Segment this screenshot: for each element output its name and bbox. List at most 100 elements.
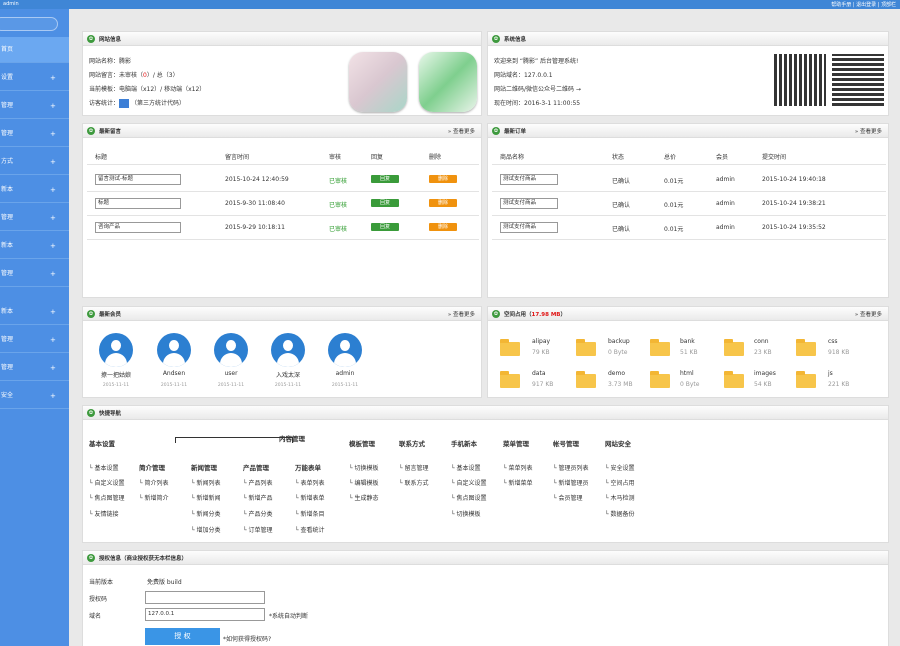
sidebar-item-manage-6[interactable]: 管理 + xyxy=(0,355,69,381)
quicklink[interactable]: └ 新增产品 xyxy=(243,493,273,502)
sidebar-item-manage-2[interactable]: 管理 + xyxy=(0,121,69,147)
folder-name[interactable]: html xyxy=(680,370,694,377)
view-more-link[interactable]: » 查看更多 xyxy=(855,310,882,318)
quicklink[interactable]: └ 新增条目 xyxy=(295,509,325,518)
folder-icon[interactable] xyxy=(796,371,816,388)
member-name[interactable]: user xyxy=(212,370,250,377)
folder-icon[interactable] xyxy=(724,339,744,356)
folder-icon[interactable] xyxy=(576,371,596,388)
sidebar-item-settings[interactable]: 设置 + xyxy=(0,65,69,91)
folder-name[interactable]: data xyxy=(532,370,546,377)
sidebar-item-manage-1[interactable]: 管理 + xyxy=(0,93,69,119)
folder-name[interactable]: backup xyxy=(608,338,630,345)
reply-button[interactable]: 回复 xyxy=(371,199,399,207)
sidebar-item-manage-5[interactable]: 管理 + xyxy=(0,327,69,353)
quicklink[interactable]: └ 安全设置 xyxy=(605,463,635,472)
pc-template-thumbnail[interactable] xyxy=(349,52,407,112)
sidebar-item-security[interactable]: 安全 + xyxy=(0,383,69,409)
quicklink[interactable]: └ 简介列表 xyxy=(139,478,169,487)
message-title-field[interactable]: 标题 xyxy=(95,198,181,209)
folder-name[interactable]: alipay xyxy=(532,338,550,345)
quicklink[interactable]: └ 新增简介 xyxy=(139,493,169,502)
quicklink[interactable]: └ 会员管理 xyxy=(553,493,583,502)
delete-button[interactable]: 删除 xyxy=(429,199,457,207)
reply-button[interactable]: 回复 xyxy=(371,175,399,183)
quicklink[interactable]: └ 新增新闻 xyxy=(191,493,221,502)
current-user[interactable]: admin xyxy=(3,1,19,7)
view-more-link[interactable]: » 查看更多 xyxy=(448,310,475,318)
view-more-link[interactable]: » 查看更多 xyxy=(448,127,475,135)
quicklink[interactable]: └ 新增表单 xyxy=(295,493,325,502)
sidebar-item-version-1[interactable]: 新本 + xyxy=(0,177,69,203)
domain-input[interactable]: 127.0.0.1 xyxy=(145,608,265,621)
quicklink[interactable]: └ 查看统计 xyxy=(295,525,325,534)
authorize-button[interactable]: 授 权 xyxy=(145,628,220,645)
sidebar-item-version-3[interactable]: 新本 + xyxy=(0,299,69,325)
member-name[interactable]: admin xyxy=(326,370,364,377)
folder-icon[interactable] xyxy=(724,371,744,388)
quicklink[interactable]: └ 焦点图管理 xyxy=(89,493,125,502)
quicklink[interactable]: └ 新闻分类 xyxy=(191,509,221,518)
member-avatar[interactable] xyxy=(214,333,248,367)
member-name[interactable]: 入戏太深 xyxy=(269,370,307,379)
folder-name[interactable]: conn xyxy=(754,338,769,345)
top-links[interactable]: 帮助手册 | 退出登录 | 顶部栏 xyxy=(831,1,896,8)
folder-name[interactable]: bank xyxy=(680,338,695,345)
order-product-field[interactable]: 测试支付商品 xyxy=(500,174,558,185)
quicklink[interactable]: └ 新增菜单 xyxy=(503,478,533,487)
quicklink[interactable]: └ 切换模板 xyxy=(349,463,379,472)
view-more-link[interactable]: » 查看更多 xyxy=(855,127,882,135)
quicklink[interactable]: └ 订单管理 xyxy=(243,525,273,534)
folder-icon[interactable] xyxy=(650,371,670,388)
reply-button[interactable]: 回复 xyxy=(371,223,399,231)
quicklink[interactable]: └ 基本设置 xyxy=(451,463,481,472)
folder-icon[interactable] xyxy=(650,339,670,356)
quicklink[interactable]: └ 菜单列表 xyxy=(503,463,533,472)
member-avatar[interactable] xyxy=(157,333,191,367)
message-title-field[interactable]: 留言测试-标题 xyxy=(95,174,181,185)
folder-icon[interactable] xyxy=(500,339,520,356)
quicklink[interactable]: └ 友情链接 xyxy=(89,509,119,518)
quicklink[interactable]: └ 空间占用 xyxy=(605,478,635,487)
folder-name[interactable]: images xyxy=(754,370,776,377)
quicklink[interactable]: └ 管理员列表 xyxy=(553,463,589,472)
quicklink[interactable]: └ 自定义设置 xyxy=(89,478,125,487)
member-avatar[interactable] xyxy=(328,333,362,367)
quicklink[interactable]: └ 增加分类 xyxy=(191,525,221,534)
license-help-link[interactable]: *如何获得授权码? xyxy=(223,634,271,643)
sidebar-item-manage-4[interactable]: 管理 + xyxy=(0,261,69,287)
folder-name[interactable]: js xyxy=(828,370,833,377)
folder-name[interactable]: demo xyxy=(608,370,625,377)
delete-button[interactable]: 删除 xyxy=(429,223,457,231)
sidebar-item-version-2[interactable]: 新本 + xyxy=(0,233,69,259)
folder-icon[interactable] xyxy=(500,371,520,388)
quicklink[interactable]: └ 基本设置 xyxy=(89,463,119,472)
mobile-template-thumbnail[interactable] xyxy=(419,52,477,112)
quicklink[interactable]: └ 产品列表 xyxy=(243,478,273,487)
quicklink[interactable]: └ 新增管理员 xyxy=(553,478,589,487)
member-avatar[interactable] xyxy=(99,333,133,367)
quicklink[interactable]: └ 联系方式 xyxy=(399,478,429,487)
quicklink[interactable]: └ 留言管理 xyxy=(399,463,429,472)
quicklink[interactable]: └ 木马检测 xyxy=(605,493,635,502)
delete-button[interactable]: 删除 xyxy=(429,175,457,183)
folder-icon[interactable] xyxy=(796,339,816,356)
folder-name[interactable]: css xyxy=(828,338,838,345)
member-name[interactable]: 撩一把姑娘 xyxy=(97,370,135,379)
quicklink[interactable]: └ 数据备份 xyxy=(605,509,635,518)
sidebar-search-input[interactable] xyxy=(0,17,58,31)
member-avatar[interactable] xyxy=(271,333,305,367)
quicklink[interactable]: └ 表单列表 xyxy=(295,478,325,487)
quicklink[interactable]: └ 编辑模板 xyxy=(349,478,379,487)
order-product-field[interactable]: 测试支付商品 xyxy=(500,198,558,209)
sidebar-item-home[interactable]: 首页 xyxy=(0,37,69,63)
folder-icon[interactable] xyxy=(576,339,596,356)
quicklink[interactable]: └ 产品分类 xyxy=(243,509,273,518)
license-code-input[interactable] xyxy=(145,591,265,604)
quicklink[interactable]: └ 焦点图设置 xyxy=(451,493,487,502)
message-title-field[interactable]: 咨询产品 xyxy=(95,222,181,233)
quicklink[interactable]: └ 切换模板 xyxy=(451,509,481,518)
member-name[interactable]: Andsen xyxy=(155,370,193,377)
sidebar-item-manage-3[interactable]: 管理 + xyxy=(0,205,69,231)
order-product-field[interactable]: 测试支付商品 xyxy=(500,222,558,233)
